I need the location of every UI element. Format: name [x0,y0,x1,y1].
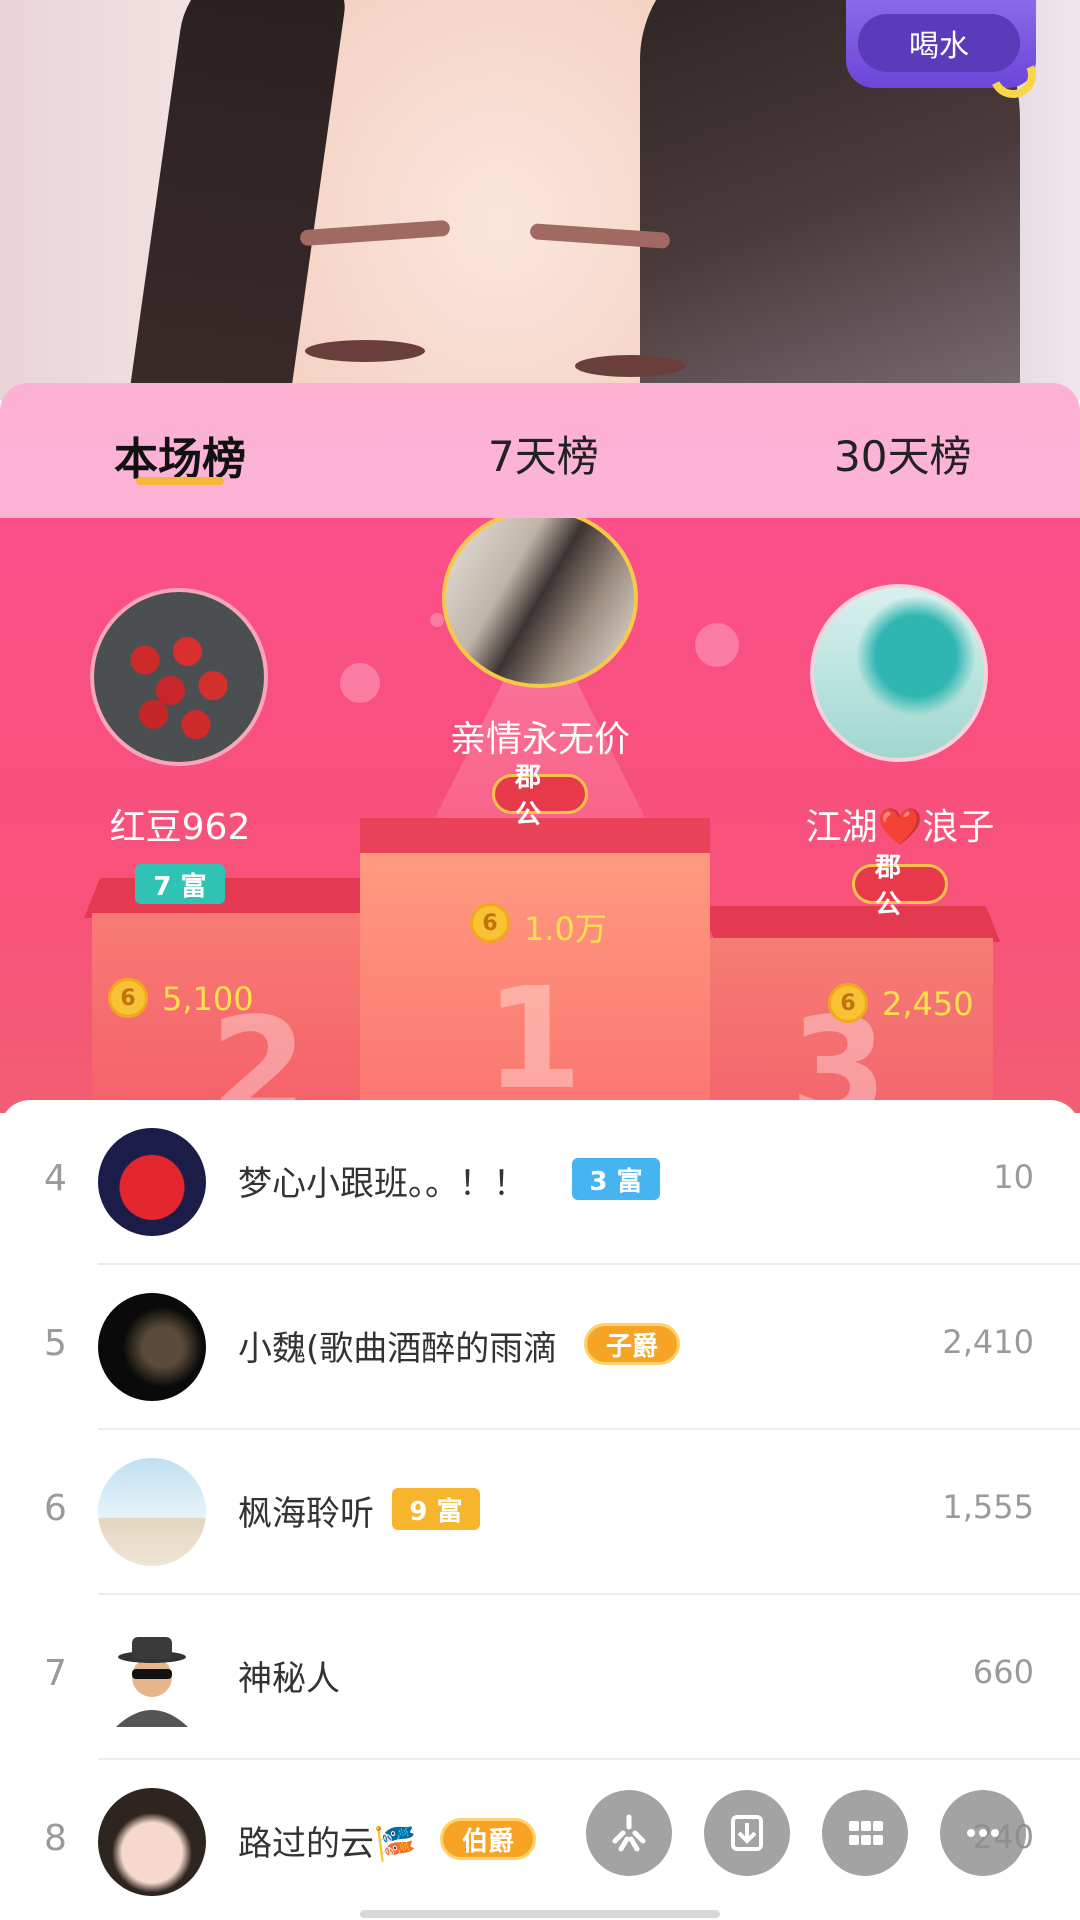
user-name: 小魏(歌曲酒醉的雨滴 [238,1329,558,1369]
third-place-name[interactable]: 江湖❤️浪子 [760,798,1040,850]
ranking-tabs: 本场榜 7天榜 30天榜 [0,383,1080,518]
first-place-avatar[interactable] [442,518,638,688]
podium-number-1: 1 [485,958,583,1113]
bubble-decoration [340,663,380,703]
rank-number: 4 [44,1158,67,1199]
more-button[interactable] [940,1790,1026,1876]
more-icon [967,1829,999,1837]
user-name: 路过的云🎏 [238,1824,417,1864]
rank-number: 7 [44,1653,67,1694]
noble-badge: 子爵 [584,1323,680,1365]
wealth-badge: 9 富 [392,1488,480,1530]
rank-number: 5 [44,1323,67,1364]
user-name: 枫海聆听 [238,1494,374,1534]
ranking-list: 4 梦心小跟班。。！！ 3 富 10 5 小魏(歌曲酒醉的雨滴 子爵 2,410… [0,1100,1080,1920]
sparkle-icon [612,1814,646,1852]
second-place-avatar[interactable] [90,588,268,766]
spy-icon [116,1637,188,1727]
third-place-noble-badge: 郡公 [852,853,948,920]
first-place-name[interactable]: 亲情永无价 [340,710,740,762]
first-place-score: 1.0万 [524,910,607,948]
user-name: 神秘人 [238,1659,340,1699]
contribution-value: 2,410 [942,1323,1034,1361]
avatar[interactable] [98,1128,206,1236]
avatar[interactable] [98,1293,206,1401]
bubble-decoration [430,613,444,627]
list-item[interactable]: 7 神秘人 660 [0,1595,1080,1760]
podium-3-top [700,906,1001,942]
avatar[interactable] [98,1788,206,1896]
coin-icon: 6 [828,983,868,1023]
active-tab-underline [136,477,224,485]
coin-icon: 6 [470,903,510,943]
rank-number: 6 [44,1488,67,1529]
list-item[interactable]: 5 小魏(歌曲酒醉的雨滴 子爵 2,410 [0,1265,1080,1430]
list-item[interactable]: 6 枫海聆听 9 富 1,555 [0,1430,1080,1595]
noble-badge: 伯爵 [440,1818,536,1860]
right-eye [575,355,685,377]
first-place-noble-badge: 郡公 [492,763,588,830]
contribution-value: 10 [993,1158,1034,1196]
contribution-value: 660 [972,1653,1034,1691]
second-place-wealth-badge: 7 富 [135,864,225,904]
tab-30-days[interactable]: 30天榜 [834,423,971,484]
coin-icon: 6 [108,978,148,1018]
screen: 喝水 本场榜 7天榜 30天榜 1 2 3 亲情永无价 郡公 6 1.0万 红豆… [0,0,1080,1920]
grid-button[interactable] [822,1790,908,1876]
live-video[interactable]: 喝水 [0,0,1080,410]
bubble-decoration [695,623,739,667]
sparkle-button[interactable] [586,1790,672,1876]
wealth-badge: 3 富 [572,1158,660,1200]
avatar[interactable] [98,1458,206,1566]
rank-number: 8 [44,1818,67,1859]
second-place-name[interactable]: 红豆962 [40,798,320,850]
third-place-avatar[interactable] [810,584,988,762]
list-item[interactable]: 8 路过的云🎏 伯爵 240 [0,1760,1080,1920]
download-button[interactable] [704,1790,790,1876]
download-icon [731,1815,763,1851]
tab-7-days[interactable]: 7天榜 [488,423,599,484]
left-eye [305,340,425,362]
user-name: 梦心小跟班。。！！ [238,1164,527,1204]
contribution-value: 1,555 [942,1488,1034,1526]
podium-2-top [83,878,376,918]
home-indicator [360,1910,720,1918]
grid-icon [849,1821,883,1845]
second-place-score: 5,100 [162,980,254,1018]
mystery-person-avatar[interactable] [98,1623,206,1731]
list-item[interactable]: 4 梦心小跟班。。！！ 3 富 10 [0,1100,1080,1265]
podium: 1 2 3 亲情永无价 郡公 6 1.0万 红豆962 7 富 6 5,100 … [0,518,1080,1113]
third-place-score: 2,450 [882,985,974,1023]
